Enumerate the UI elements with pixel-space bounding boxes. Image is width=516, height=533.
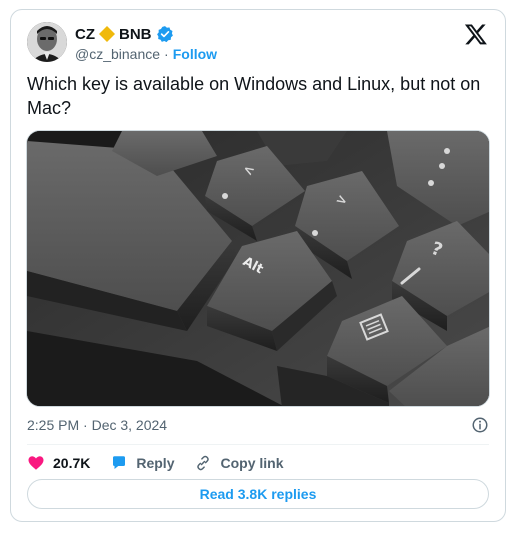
- x-logo-icon[interactable]: [463, 22, 489, 46]
- tweet-text: Which key is available on Windows and Li…: [27, 74, 481, 118]
- copy-link-label: Copy link: [220, 455, 284, 471]
- handle-separator: ·: [164, 46, 169, 62]
- author-handle[interactable]: @cz_binance: [75, 46, 160, 62]
- copy-link-button[interactable]: Copy link: [194, 454, 284, 472]
- verified-icon: [156, 25, 174, 43]
- read-replies-button[interactable]: Read 3.8K replies: [27, 479, 489, 509]
- tweet-image[interactable]: < > ? Alt: [26, 130, 490, 407]
- reply-label: Reply: [136, 455, 175, 471]
- reply-button[interactable]: Reply: [110, 454, 174, 472]
- diamond-icon: [99, 26, 115, 42]
- author-ticker: BNB: [119, 25, 152, 43]
- timestamp[interactable]: 2:25 PM · Dec 3, 2024: [27, 417, 167, 433]
- link-icon: [197, 455, 210, 471]
- action-bar: 20.7K Reply Copy link: [27, 452, 284, 474]
- follow-button[interactable]: Follow: [173, 46, 217, 62]
- divider: [27, 444, 489, 445]
- info-icon[interactable]: [471, 416, 489, 434]
- author-name-row[interactable]: CZ BNB: [75, 25, 174, 43]
- handle-row: @cz_binance · Follow: [75, 46, 217, 62]
- heart-icon: [28, 456, 44, 470]
- reply-icon: [113, 456, 126, 469]
- tweet-header: CZ BNB @cz_binance · Follow: [27, 22, 489, 70]
- tweet-card: CZ BNB @cz_binance · Follow Which key is…: [10, 9, 506, 522]
- author-name[interactable]: CZ: [75, 26, 95, 43]
- meta-row: 2:25 PM · Dec 3, 2024: [27, 415, 489, 435]
- avatar[interactable]: [27, 22, 67, 62]
- like-count: 20.7K: [53, 455, 91, 471]
- like-button[interactable]: 20.7K: [27, 454, 90, 472]
